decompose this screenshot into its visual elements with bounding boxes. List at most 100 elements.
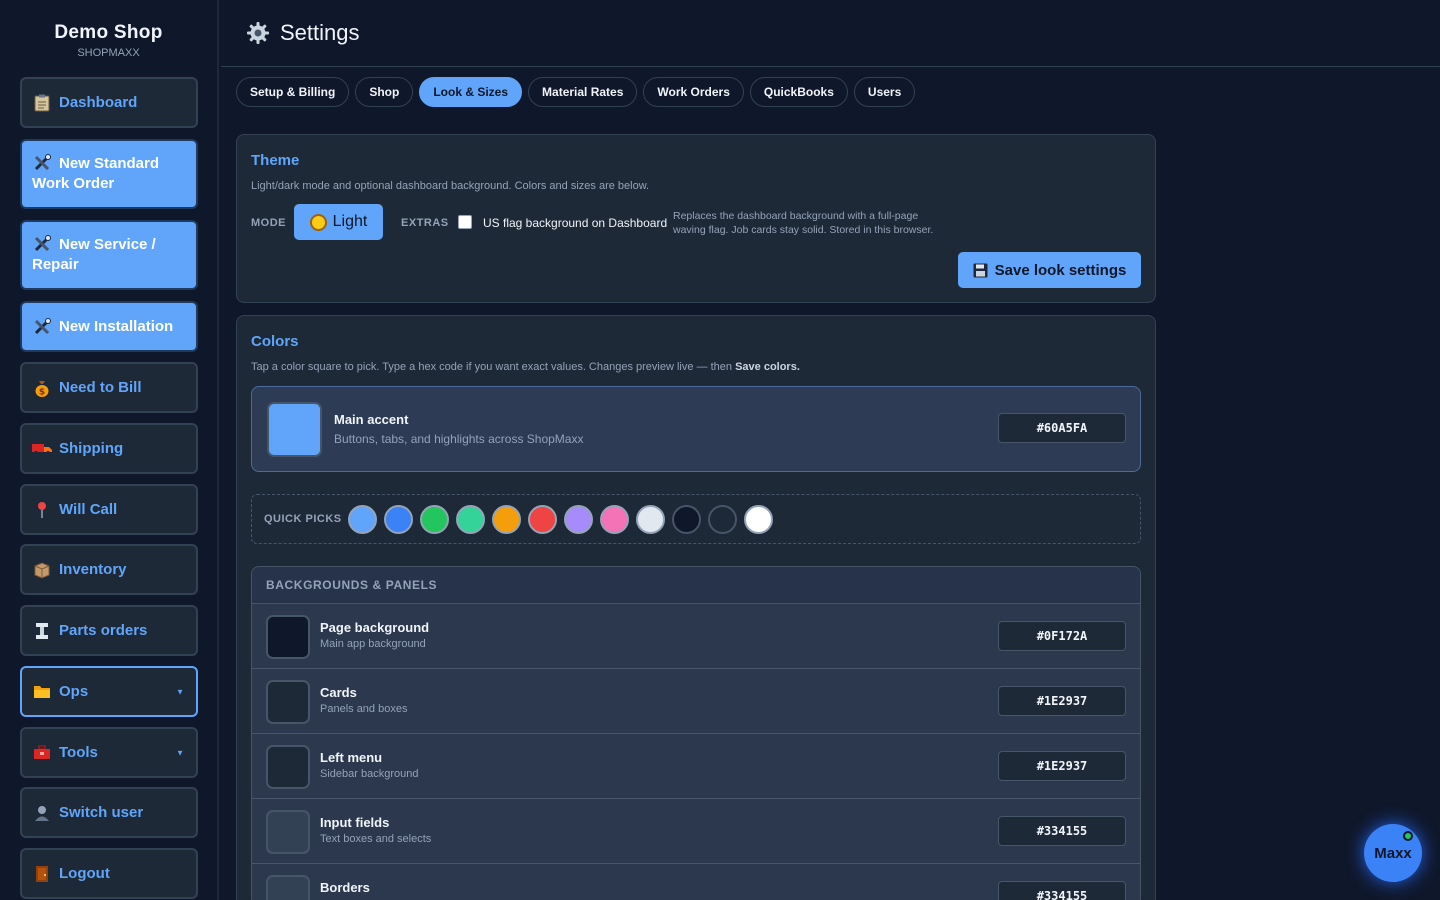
tab-work-orders[interactable]: Work Orders	[643, 77, 744, 107]
sidebar-item-new-service-repair[interactable]: New Service / Repair	[20, 220, 198, 290]
money-bag-icon: $	[32, 378, 52, 398]
row-name: Left menu	[320, 750, 383, 765]
sidebar-item-shipping[interactable]: Shipping	[20, 423, 198, 474]
color-row-left-menu: Left menu Sidebar background #1E2937	[252, 734, 1140, 799]
quick-pick-swatch[interactable]	[528, 505, 557, 534]
left-menu-hex-input[interactable]: #1E2937	[998, 751, 1126, 781]
quick-pick-swatch[interactable]	[672, 505, 701, 534]
chevron-down-icon: ▼	[176, 748, 184, 757]
theme-title: Theme	[251, 152, 300, 169]
user-icon	[32, 803, 52, 823]
main-accent-swatch[interactable]	[267, 402, 322, 457]
quick-pick-swatch[interactable]	[744, 505, 773, 534]
quick-pick-swatch[interactable]	[348, 505, 377, 534]
sidebar-item-parts-orders[interactable]: Parts orders	[20, 605, 198, 656]
tab-users[interactable]: Users	[853, 77, 916, 107]
sidebar-item-label: Ops	[59, 683, 89, 700]
tab-setup-billing[interactable]: Setup & Billing	[236, 77, 350, 107]
light-mode-button[interactable]: Light	[294, 204, 383, 240]
quick-pick-swatch[interactable]	[636, 505, 665, 534]
sidebar-item-label: Switch user	[59, 804, 144, 821]
toolbox-icon	[32, 743, 52, 763]
save-look-settings-button[interactable]: Save look settings	[958, 252, 1141, 288]
page-background-hex-input[interactable]: #0F172A	[998, 621, 1126, 651]
us-flag-note: Replaces the dashboard background with a…	[673, 210, 934, 236]
folder-icon	[32, 682, 52, 702]
sidebar-item-label: Logout	[59, 865, 110, 882]
cards-hex-input[interactable]: #1E2937	[998, 686, 1126, 716]
svg-text:$: $	[39, 387, 45, 397]
sidebar-item-label: Tools	[59, 744, 98, 761]
parts-icon	[32, 621, 52, 641]
sidebar-item-content: New Standard Work Order	[32, 153, 186, 194]
quick-pick-swatch[interactable]	[564, 505, 593, 534]
door-icon	[32, 864, 52, 884]
page-header: Settings	[221, 0, 1440, 67]
sidebar-item-label: Will Call	[59, 501, 118, 518]
borders-hex-input[interactable]: #334155	[998, 881, 1126, 900]
color-row-page-background: Page background Main app background #0F1…	[252, 604, 1140, 669]
quick-picks-label: QUICK PICKS	[264, 513, 342, 525]
us-flag-label: US flag background on Dashboard	[483, 216, 668, 230]
sidebar-item-new-standard-work-order[interactable]: New Standard Work Order	[20, 139, 198, 209]
extras-label: EXTRAS	[401, 217, 449, 229]
row-name: Input fields	[320, 815, 390, 830]
sidebar: Demo Shop SHOPMAXX Dashboard New Standar…	[0, 0, 219, 900]
row-description: Sidebar background	[320, 768, 419, 780]
sidebar-item-label: Need to Bill	[59, 379, 142, 396]
gear-icon	[247, 22, 269, 44]
sidebar-item-logout[interactable]: Logout	[20, 848, 198, 899]
left-menu-swatch[interactable]	[266, 745, 310, 789]
main-accent-description: Buttons, tabs, and highlights across Sho…	[334, 432, 584, 446]
quick-pick-swatch[interactable]	[492, 505, 521, 534]
quick-picks: QUICK PICKS	[251, 494, 1141, 544]
sidebar-item-new-installation[interactable]: New Installation	[20, 301, 198, 352]
input-fields-hex-input[interactable]: #334155	[998, 816, 1126, 846]
main-accent-card: Main accent Buttons, tabs, and highlight…	[251, 386, 1141, 472]
borders-swatch[interactable]	[266, 875, 310, 900]
cards-swatch[interactable]	[266, 680, 310, 724]
page-background-swatch[interactable]	[266, 615, 310, 659]
quick-pick-swatch[interactable]	[456, 505, 485, 534]
brand-name: Demo Shop	[54, 22, 163, 43]
sun-icon	[309, 213, 327, 231]
input-fields-swatch[interactable]	[266, 810, 310, 854]
tab-material-rates[interactable]: Material Rates	[528, 77, 638, 107]
tab-quickbooks[interactable]: QuickBooks	[749, 77, 848, 107]
quick-pick-swatch[interactable]	[384, 505, 413, 534]
color-row-borders: Borders #334155	[252, 864, 1140, 900]
tools-icon	[32, 153, 52, 173]
settings-tabs: Setup & Billing Shop Look & Sizes Materi…	[236, 77, 916, 107]
tab-look-sizes[interactable]: Look & Sizes	[419, 77, 523, 107]
brand: Demo Shop SHOPMAXX	[0, 0, 217, 70]
tab-shop[interactable]: Shop	[355, 77, 414, 107]
save-look-settings-label: Save look settings	[994, 261, 1127, 279]
sidebar-item-tools[interactable]: Tools ▼	[20, 727, 198, 778]
row-name: Borders	[320, 880, 370, 895]
sidebar-item-need-to-bill[interactable]: $ Need to Bill	[20, 362, 198, 413]
sidebar-item-will-call[interactable]: Will Call	[20, 484, 198, 535]
backgrounds-panels-section: BACKGROUNDS & PANELS Page background Mai…	[251, 566, 1141, 900]
theme-description: Light/dark mode and optional dashboard b…	[251, 180, 650, 192]
tools-icon	[32, 234, 52, 254]
maxx-assistant-button[interactable]: Maxx	[1364, 824, 1422, 882]
sidebar-item-label: Parts orders	[59, 622, 148, 639]
sidebar-item-switch-user[interactable]: Switch user	[20, 787, 198, 838]
quick-pick-swatch[interactable]	[708, 505, 737, 534]
mode-label: MODE	[251, 217, 286, 229]
us-flag-checkbox[interactable]	[458, 215, 472, 229]
main-accent-hex-input[interactable]: #60A5FA	[998, 413, 1126, 443]
theme-panel: Theme Light/dark mode and optional dashb…	[236, 134, 1156, 303]
sidebar-item-label: Shipping	[59, 440, 124, 457]
sidebar-item-ops[interactable]: Ops ▼	[20, 666, 198, 717]
sidebar-item-inventory[interactable]: Inventory	[20, 544, 198, 595]
colors-description: Tap a color square to pick. Type a hex c…	[251, 361, 800, 373]
package-icon	[32, 560, 52, 580]
quick-pick-swatch[interactable]	[420, 505, 449, 534]
quick-pick-swatch[interactable]	[600, 505, 629, 534]
sidebar-item-label: New Installation	[59, 317, 174, 335]
sidebar-item-label: Dashboard	[59, 94, 138, 111]
row-name: Cards	[320, 685, 357, 700]
sidebar-item-dashboard[interactable]: Dashboard	[20, 77, 198, 128]
main-accent-name: Main accent	[334, 412, 409, 427]
